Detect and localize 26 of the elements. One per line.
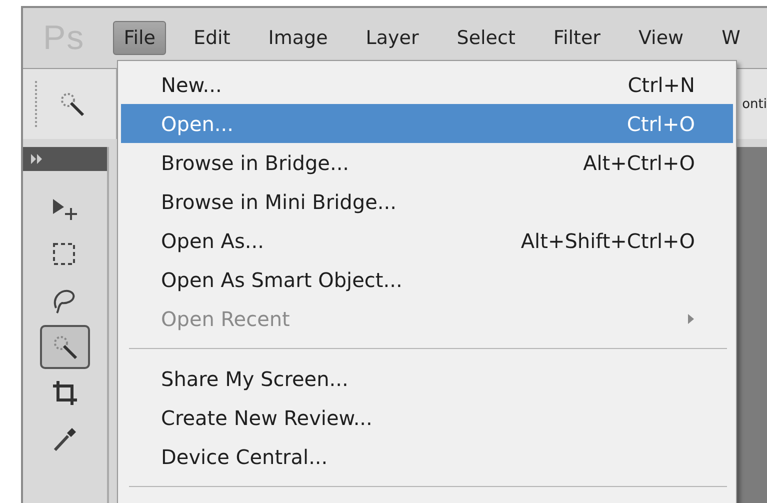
- menu-item[interactable]: File: [112, 21, 166, 55]
- menu-entry[interactable]: Open As Smart Object...: [121, 260, 733, 299]
- menu-item[interactable]: Edit: [182, 21, 242, 55]
- menu-entry[interactable]: Device Central...: [121, 437, 733, 476]
- menu-entry[interactable]: New... Ctrl+N: [121, 65, 733, 104]
- menu-item[interactable]: W: [710, 21, 752, 55]
- menu-item[interactable]: Select: [446, 21, 526, 55]
- menu-entry[interactable]: Open... Ctrl+O: [121, 104, 733, 143]
- menu-item[interactable]: Layer: [354, 21, 430, 55]
- menu-entry[interactable]: Browse in Mini Bridge...: [121, 182, 733, 221]
- menu-entry[interactable]: Create New Review...: [121, 398, 733, 437]
- menu-item[interactable]: View: [627, 21, 695, 55]
- shortcut-label: Ctrl+N: [628, 72, 695, 96]
- submenu-arrow-icon: [688, 314, 695, 324]
- menu-item[interactable]: Image: [257, 21, 339, 55]
- menu-entry[interactable]: Share My Screen...: [121, 359, 733, 398]
- shortcut-label: Alt+Shift+Ctrl+O: [520, 228, 695, 252]
- tool-button[interactable]: [40, 325, 90, 369]
- menu-entry[interactable]: Browse in Bridge... Alt+Ctrl+O: [121, 143, 733, 182]
- menu-entry[interactable]: Open As... Alt+Shift+Ctrl+O: [121, 221, 733, 260]
- menu-item[interactable]: Filter: [542, 21, 612, 55]
- expand-icon[interactable]: [31, 154, 43, 164]
- shortcut-label: Ctrl+O: [626, 112, 695, 136]
- option-label: onti: [742, 96, 767, 112]
- crop-tool-icon: [50, 378, 80, 408]
- shortcut-label: Alt+Ctrl+O: [583, 150, 695, 174]
